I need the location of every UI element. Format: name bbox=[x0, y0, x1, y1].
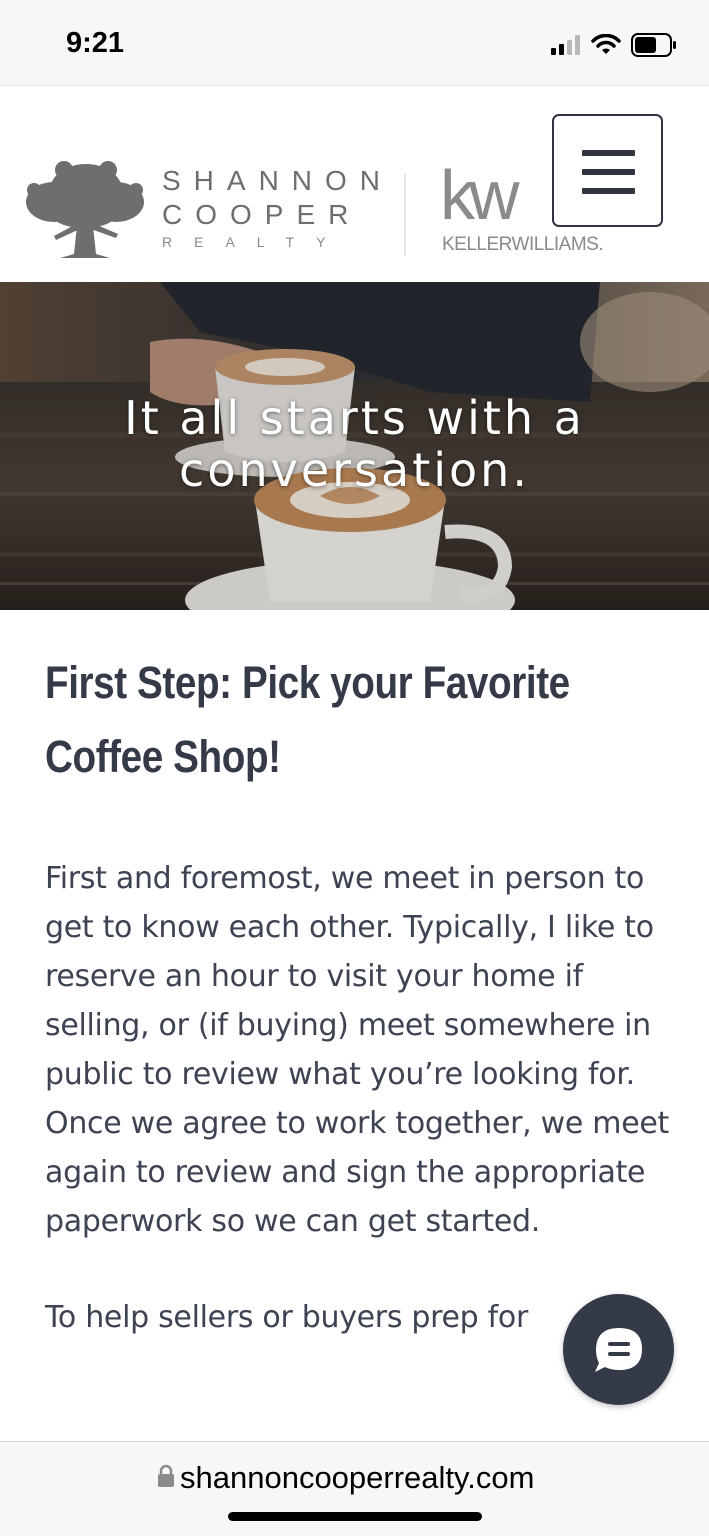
menu-button[interactable] bbox=[552, 114, 663, 227]
wifi-icon bbox=[591, 34, 621, 54]
url-text[interactable]: shannoncooperrealty.com bbox=[180, 1460, 534, 1496]
logo-line-realty: REALTY bbox=[162, 234, 348, 250]
status-bar: 9:21 bbox=[0, 0, 709, 86]
site-header: SHANNON COOPER REALTY kw KELLERWILLIAMS. bbox=[0, 86, 709, 282]
browser-url-bar[interactable]: shannoncooperrealty.com bbox=[0, 1441, 709, 1536]
section-heading: First Step: Pick your Favorite Coffee Sh… bbox=[45, 657, 570, 782]
logo-line-cooper: COOPER bbox=[162, 199, 362, 230]
body-paragraph: First and foremost, we meet in person to… bbox=[45, 861, 669, 1239]
main-content: First Step: Pick your Favorite Coffee Sh… bbox=[45, 646, 685, 1342]
status-time: 9:21 bbox=[66, 27, 125, 59]
logo-divider bbox=[404, 174, 406, 256]
logo-wordmark: SHANNON COOPER REALTY bbox=[162, 164, 393, 252]
kw-logo-mark: kw bbox=[440, 156, 520, 234]
battery-icon bbox=[631, 33, 676, 57]
keller-williams-name: KELLERWILLIAMS. bbox=[442, 234, 604, 255]
signal-icon bbox=[551, 35, 580, 55]
home-indicator[interactable] bbox=[228, 1512, 482, 1521]
status-icons bbox=[551, 32, 677, 58]
chat-bubble-icon bbox=[595, 1328, 642, 1372]
logo-line-shannon: SHANNON bbox=[162, 165, 394, 196]
hero-title: It all starts with a conversation. bbox=[124, 391, 585, 497]
chat-button[interactable] bbox=[563, 1294, 674, 1405]
site-logo[interactable]: SHANNON COOPER REALTY kw KELLERWILLIAMS. bbox=[24, 160, 644, 270]
oak-tree-icon bbox=[26, 161, 144, 258]
hero-banner: It all starts with a conversation. bbox=[0, 282, 709, 610]
lock-icon bbox=[158, 1464, 174, 1487]
